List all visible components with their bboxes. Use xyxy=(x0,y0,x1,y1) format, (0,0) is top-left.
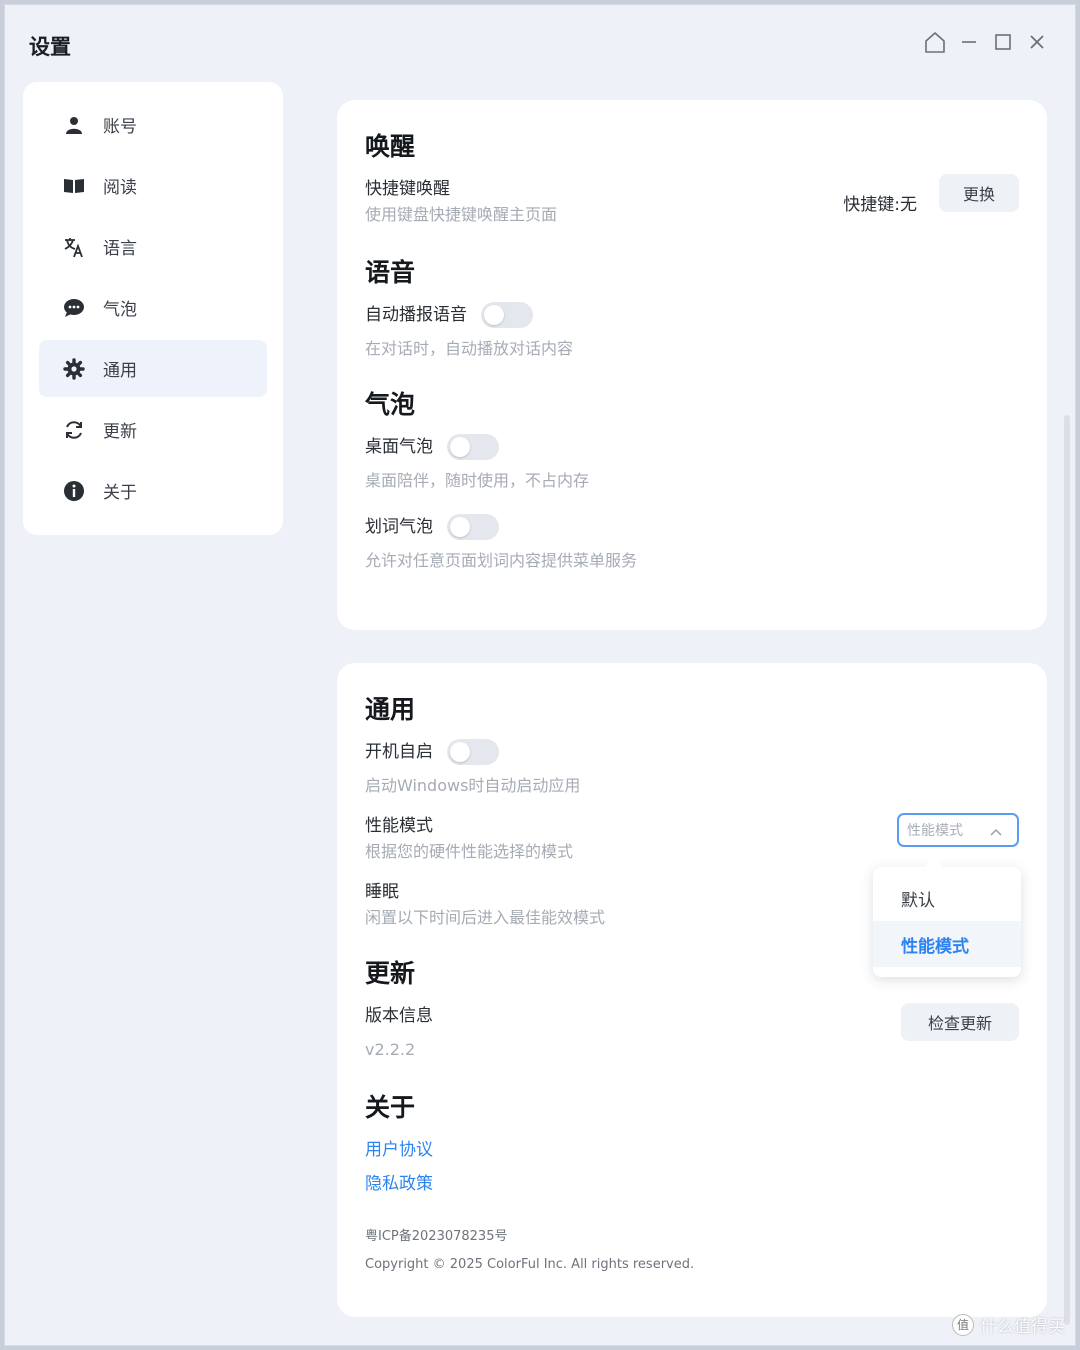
refresh-icon xyxy=(63,419,85,441)
translate-icon xyxy=(63,236,85,258)
auto-play-toggle[interactable] xyxy=(481,302,533,328)
user-icon xyxy=(63,114,85,136)
autostart-toggle[interactable] xyxy=(447,739,499,765)
home-icon[interactable] xyxy=(923,27,947,57)
settings-window: 设置 账号 阅读 语言 气泡 通用 更新 关于 唤醒 快捷键唤醒 使用键盘快捷键… xyxy=(4,4,1076,1346)
toggle-knob xyxy=(450,437,470,457)
sidebar-item-bubble[interactable]: 气泡 xyxy=(39,279,267,336)
scrollbar[interactable] xyxy=(1063,95,1071,1335)
maximize-icon[interactable] xyxy=(991,27,1015,57)
auto-play-row: 自动播报语音 在对话时，自动播放对话内容 xyxy=(365,302,1019,362)
settings-card-top: 唤醒 快捷键唤醒 使用键盘快捷键唤醒主页面 快捷键:无 更换 语音 自动播报语音… xyxy=(337,100,1047,630)
window-title: 设置 xyxy=(29,35,71,59)
shortcut-value: 快捷键:无 xyxy=(843,195,917,215)
info-icon xyxy=(63,480,85,502)
change-shortcut-button[interactable]: 更换 xyxy=(939,174,1019,212)
sidebar-item-label: 关于 xyxy=(103,483,137,503)
autostart-label: 开机自启 xyxy=(365,742,433,762)
watermark-text: 什么值得买 xyxy=(980,1317,1065,1337)
sidebar-item-about[interactable]: 关于 xyxy=(39,462,267,519)
sleep-label: 睡眠 xyxy=(365,882,399,902)
perf-mode-row: 性能模式 根据您的硬件性能选择的模式 性能模式 默认 性能模式 xyxy=(365,813,1021,977)
shortcut-desc: 使用键盘快捷键唤醒主页面 xyxy=(365,205,558,224)
auto-play-label: 自动播报语音 xyxy=(365,305,467,325)
watermark: 值 什么值得买 xyxy=(952,1312,1065,1337)
user-agreement-link[interactable]: 用户协议 xyxy=(365,1137,1019,1163)
window-controls xyxy=(923,27,1049,57)
sidebar-item-label: 阅读 xyxy=(103,178,137,198)
perf-mode-select-value: 性能模式 xyxy=(907,823,963,839)
desktop-bubble-desc: 桌面陪伴，随时使用，不占内存 xyxy=(365,471,590,490)
desktop-bubble-toggle[interactable] xyxy=(447,434,499,460)
desktop-bubble-row: 桌面气泡 桌面陪伴，随时使用，不占内存 xyxy=(365,434,1019,494)
select-bubble-row: 划词气泡 允许对任意页面划词内容提供菜单服务 xyxy=(365,514,1019,574)
copyright-text: Copyright © 2025 ColorFul Inc. All right… xyxy=(365,1257,695,1272)
section-title-wake: 唤醒 xyxy=(365,132,416,161)
minimize-icon[interactable] xyxy=(957,27,981,57)
toggle-knob xyxy=(450,742,470,762)
privacy-policy-link[interactable]: 隐私政策 xyxy=(365,1171,1019,1197)
toggle-knob xyxy=(484,305,504,325)
sidebar-item-reading[interactable]: 阅读 xyxy=(39,157,267,214)
watermark-badge: 值 xyxy=(952,1313,974,1336)
shortcut-row: 快捷键唤醒 使用键盘快捷键唤醒主页面 快捷键:无 更换 xyxy=(365,174,1019,230)
sidebar-item-label: 通用 xyxy=(103,361,137,381)
sidebar-item-account[interactable]: 账号 xyxy=(39,96,267,153)
chat-bubble-icon xyxy=(63,297,85,319)
autostart-row: 开机自启 启动Windows时自动启动应用 xyxy=(365,739,1019,799)
scrollbar-thumb[interactable] xyxy=(1064,415,1070,1325)
version-row: 版本信息 v2.2.2 检查更新 xyxy=(365,1003,1019,1065)
sidebar-item-label: 气泡 xyxy=(103,300,137,320)
book-icon xyxy=(63,175,85,197)
sidebar-item-update[interactable]: 更新 xyxy=(39,401,267,458)
section-title-bubble: 气泡 xyxy=(365,390,416,419)
shortcut-label: 快捷键唤醒 xyxy=(365,179,450,199)
sidebar: 账号 阅读 语言 气泡 通用 更新 关于 xyxy=(23,82,283,535)
autostart-desc: 启动Windows时自动启动应用 xyxy=(365,776,581,795)
sidebar-item-label: 账号 xyxy=(103,117,137,137)
section-title-voice: 语音 xyxy=(365,258,416,287)
sidebar-item-label: 更新 xyxy=(103,422,137,442)
sidebar-item-label: 语言 xyxy=(103,239,137,259)
section-title-general: 通用 xyxy=(365,695,416,724)
gear-icon xyxy=(63,357,85,380)
desktop-bubble-label: 桌面气泡 xyxy=(365,437,433,457)
perf-mode-select[interactable]: 性能模式 xyxy=(897,813,1019,847)
sleep-row: 睡眠 闲置以下时间后进入最佳能效模式 xyxy=(365,879,1019,931)
sidebar-item-general[interactable]: 通用 xyxy=(39,340,267,397)
sleep-desc: 闲置以下时间后进入最佳能效模式 xyxy=(365,908,606,927)
settings-card-bottom: 通用 开机自启 启动Windows时自动启动应用 性能模式 根据您的硬件性能选择… xyxy=(337,663,1047,1317)
select-bubble-desc: 允许对任意页面划词内容提供菜单服务 xyxy=(365,551,638,570)
chevron-up-icon xyxy=(989,823,1003,842)
close-icon[interactable] xyxy=(1025,27,1049,57)
sidebar-item-language[interactable]: 语言 xyxy=(39,218,267,275)
select-bubble-label: 划词气泡 xyxy=(365,517,433,537)
icp-text: 粤ICP备2023078235号 xyxy=(365,1229,508,1244)
check-update-button[interactable]: 检查更新 xyxy=(901,1003,1019,1041)
toggle-knob xyxy=(450,517,470,537)
select-bubble-toggle[interactable] xyxy=(447,514,499,540)
title-bar: 设置 xyxy=(5,5,1075,81)
section-title-about: 关于 xyxy=(365,1093,416,1122)
auto-play-desc: 在对话时，自动播放对话内容 xyxy=(365,339,574,358)
